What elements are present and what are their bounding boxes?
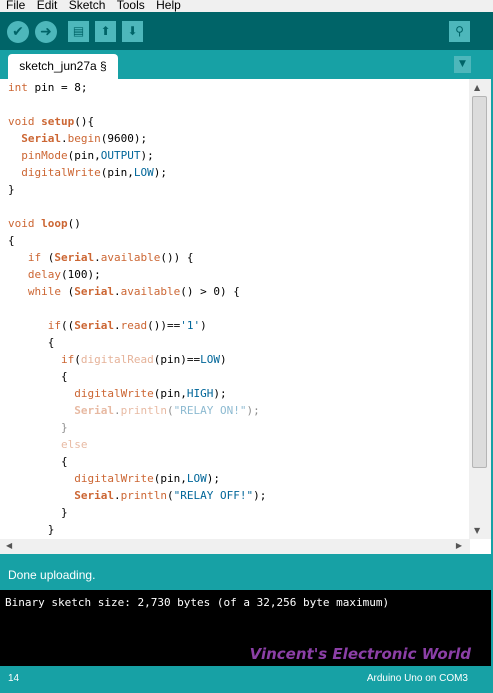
board-info: Arduino Uno on COM3 [366,673,468,684]
tab-sketch[interactable]: sketch_jun27a § [8,54,118,79]
menu-file[interactable]: File [6,0,25,11]
code-line: { [8,455,68,468]
code-line: { [8,234,15,247]
code-line: digitalWrite(pin,LOW); [21,166,167,179]
console-text: Binary sketch size: 2,730 bytes (of a 32… [5,596,390,609]
up-arrow-icon: ⬆ [100,24,111,38]
status-message: Done uploading. [8,568,96,582]
code-line: Serial.println("RELAY OFF!"); [74,489,267,502]
code-line: void setup(){ [8,115,95,128]
menu-bar: File Edit Sketch Tools Help [0,0,493,12]
code-area[interactable]: int pin = 8; void setup(){ Serial.begin(… [8,79,266,538]
open-button[interactable]: ⬆ [95,21,116,42]
code-line: digitalWrite(pin,LOW); [74,472,220,485]
code-line: delay(100); [27,268,101,281]
code-line: } [60,421,68,434]
toolbar: ✔ ➜ ▤ ⬆ ⬇ ⚲ [0,12,493,50]
tab-menu-button[interactable]: ▼ [454,56,471,73]
code-line: void loop() [8,217,81,230]
footer-bar: 14 Arduino Uno on COM3 [0,666,493,693]
menu-sketch[interactable]: Sketch [69,0,106,11]
line-number: 14 [8,673,20,684]
status-bar: Done uploading. [0,554,493,590]
code-line: Serial.begin(9600); [21,132,148,145]
down-arrow-icon: ⬇ [127,24,138,38]
vertical-scrollbar[interactable]: ▲ ▼ [469,79,493,539]
tab-bar: sketch_jun27a § ▼ [0,50,493,79]
scroll-up-icon[interactable]: ▲ [474,83,480,92]
code-line: else [60,438,88,451]
save-button[interactable]: ⬇ [122,21,143,42]
upload-button[interactable]: ➜ [35,21,57,43]
code-line: while (Serial.available() > 0) { [27,285,240,298]
console-output: Binary sketch size: 2,730 bytes (of a 32… [0,590,493,666]
menu-help[interactable]: Help [156,0,181,11]
menu-edit[interactable]: Edit [37,0,58,11]
code-line: digitalWrite(pin,HIGH); [74,387,227,400]
serial-monitor-button[interactable]: ⚲ [449,21,470,42]
code-line: if((Serial.read())=='1') [47,319,207,332]
verify-button[interactable]: ✔ [7,21,29,43]
new-button[interactable]: ▤ [68,21,89,42]
code-line: int pin = 8; [8,81,88,94]
code-editor[interactable]: int pin = 8; void setup(){ Serial.begin(… [0,79,493,554]
code-line: { [8,370,68,383]
right-arrow-icon: ➜ [40,24,52,40]
scroll-thumb[interactable] [472,96,487,468]
code-line: if (Serial.available()) { [27,251,194,264]
horizontal-scrollbar[interactable]: ◀ ▶ [0,539,470,554]
scroll-right-icon[interactable]: ▶ [456,541,462,550]
triangle-down-icon: ▼ [459,59,466,69]
scroll-down-icon[interactable]: ▼ [474,526,480,535]
code-line: if(digitalRead(pin)==LOW) [60,353,227,366]
magnifier-icon: ⚲ [455,24,464,38]
watermark-text: Vincent's Electronic World [249,645,471,663]
code-line: } [8,183,15,196]
document-icon: ▤ [72,24,85,38]
code-line: { [8,336,55,349]
scroll-left-icon[interactable]: ◀ [6,541,12,550]
code-line: } [8,506,68,519]
code-line: pinMode(pin,OUTPUT); [21,149,154,162]
checkmark-icon: ✔ [12,24,24,40]
menu-tools[interactable]: Tools [117,0,145,11]
code-line: } [8,523,55,536]
code-line: Serial.println("RELAY ON!"); [74,404,260,417]
